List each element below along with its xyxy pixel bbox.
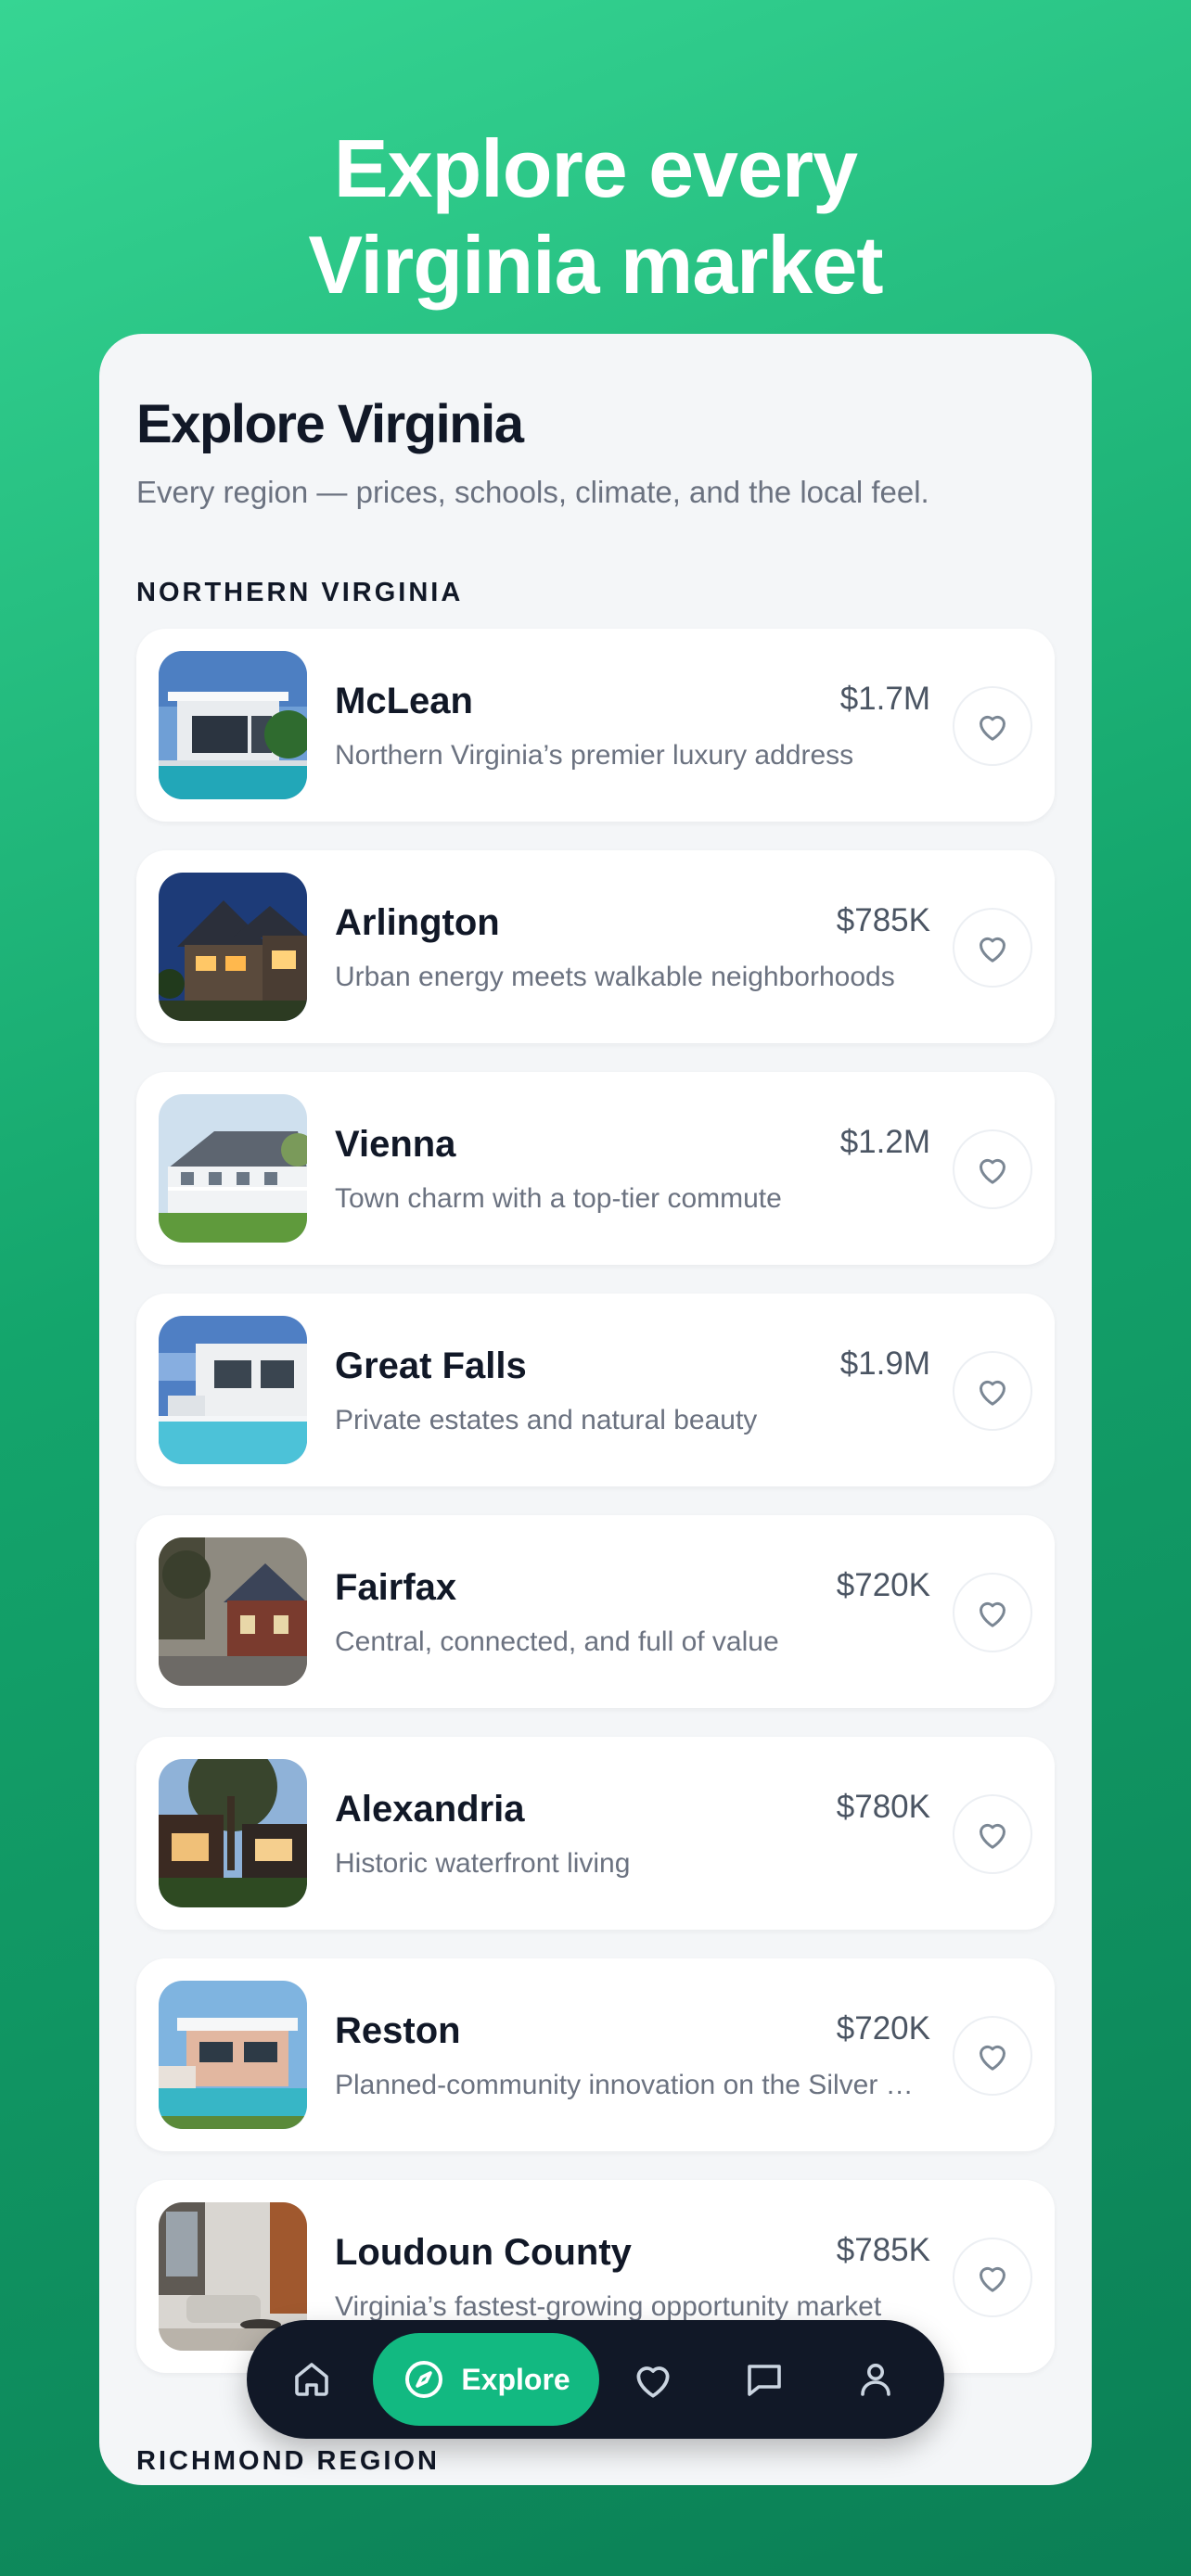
favorite-button[interactable] <box>953 1129 1032 1209</box>
heart-icon <box>980 715 1005 741</box>
favorite-button[interactable] <box>953 2238 1032 2317</box>
chat-icon <box>748 2365 781 2396</box>
market-description: Northern Virginia’s premier luxury addre… <box>335 740 854 771</box>
market-list: McLean $1.7M Northern Virginia’s premier… <box>136 629 1055 2402</box>
favorite-button[interactable] <box>953 1351 1032 1431</box>
nav-home[interactable] <box>278 2346 345 2413</box>
market-row-fairfax[interactable]: Fairfax $720K Central, connected, and fu… <box>136 1515 1055 1708</box>
bottom-nav: Explore <box>247 2320 944 2439</box>
heart-icon <box>980 1158 1005 1184</box>
nav-messages[interactable] <box>731 2346 798 2413</box>
home-icon <box>295 2363 328 2396</box>
market-price: $720K <box>836 1567 930 1603</box>
nav-explore[interactable]: Explore <box>373 2333 599 2426</box>
market-price: $785K <box>836 902 930 938</box>
hero-line-1: Explore every <box>333 122 858 214</box>
market-name: Reston <box>335 2010 461 2051</box>
market-price: $785K <box>836 2232 930 2268</box>
market-price: $1.2M <box>839 1124 930 1160</box>
market-thumbnail <box>159 1316 307 1464</box>
nav-favorites[interactable] <box>620 2346 686 2413</box>
market-price: $720K <box>836 2010 930 2047</box>
hero-line-2: Virginia market <box>308 219 883 311</box>
market-description: Historic waterfront living <box>335 1848 631 1879</box>
market-thumbnail <box>159 1094 307 1243</box>
market-name: Arlington <box>335 902 500 943</box>
market-thumbnail <box>159 651 307 799</box>
market-thumbnail <box>159 873 307 1021</box>
market-row-vienna[interactable]: Vienna $1.2M Town charm with a top-tier … <box>136 1072 1055 1265</box>
hero-headline: Explore every Virginia market <box>0 121 1191 313</box>
heart-icon <box>980 937 1005 963</box>
market-row-alexandria[interactable]: Alexandria $780K Historic waterfront liv… <box>136 1737 1055 1930</box>
market-name: Vienna <box>335 1124 456 1165</box>
market-description: Private estates and natural beauty <box>335 1405 758 1435</box>
nav-explore-label: Explore <box>461 2362 570 2396</box>
market-name: Alexandria <box>335 1789 525 1830</box>
profile-icon <box>861 2364 890 2396</box>
market-thumbnail <box>159 1759 307 1907</box>
heart-icon <box>980 2266 1005 2292</box>
market-thumbnail <box>159 1537 307 1686</box>
market-description: Town charm with a top-tier commute <box>335 1183 782 1214</box>
market-description: Virginia’s fastest-growing opportunity m… <box>335 2291 882 2322</box>
market-description: Central, connected, and full of value <box>335 1626 779 1657</box>
favorite-button[interactable] <box>953 1573 1032 1652</box>
market-row-great-falls[interactable]: Great Falls $1.9M Private estates and na… <box>136 1294 1055 1486</box>
page-subtitle: Every region — prices, schools, climate,… <box>136 475 929 509</box>
section-label-richmond-region: RICHMOND REGION <box>136 2446 440 2476</box>
market-name: Fairfax <box>335 1567 457 1608</box>
heart-icon <box>636 2366 670 2398</box>
market-row-mclean[interactable]: McLean $1.7M Northern Virginia’s premier… <box>136 629 1055 822</box>
nav-profile[interactable] <box>842 2346 909 2413</box>
market-description: Urban energy meets walkable neighborhood… <box>335 962 895 992</box>
favorite-button[interactable] <box>953 908 1032 988</box>
explore-card: Explore Virginia Every region — prices, … <box>99 334 1092 2485</box>
page-title: Explore Virginia <box>136 394 524 454</box>
market-description: Planned-community innovation on the Silv… <box>335 2070 928 2100</box>
market-row-arlington[interactable]: Arlington $785K Urban energy meets walka… <box>136 850 1055 1043</box>
favorite-button[interactable] <box>953 1794 1032 1874</box>
market-name: McLean <box>335 681 473 721</box>
market-name: Loudoun County <box>335 2232 632 2273</box>
market-price: $1.7M <box>839 681 930 717</box>
market-row-reston[interactable]: Reston $720K Planned-community innovatio… <box>136 1958 1055 2151</box>
market-price: $1.9M <box>839 1345 930 1382</box>
heart-icon <box>980 1601 1005 1627</box>
favorite-button[interactable] <box>953 2016 1032 2096</box>
heart-icon <box>980 1380 1005 1406</box>
heart-icon <box>980 2045 1005 2071</box>
heart-icon <box>980 1823 1005 1849</box>
market-thumbnail <box>159 1981 307 2129</box>
market-price: $780K <box>836 1789 930 1825</box>
section-label-northern-virginia: NORTHERN VIRGINIA <box>136 578 464 607</box>
favorite-button[interactable] <box>953 686 1032 766</box>
compass-icon <box>405 2361 443 2398</box>
market-name: Great Falls <box>335 1345 527 1386</box>
